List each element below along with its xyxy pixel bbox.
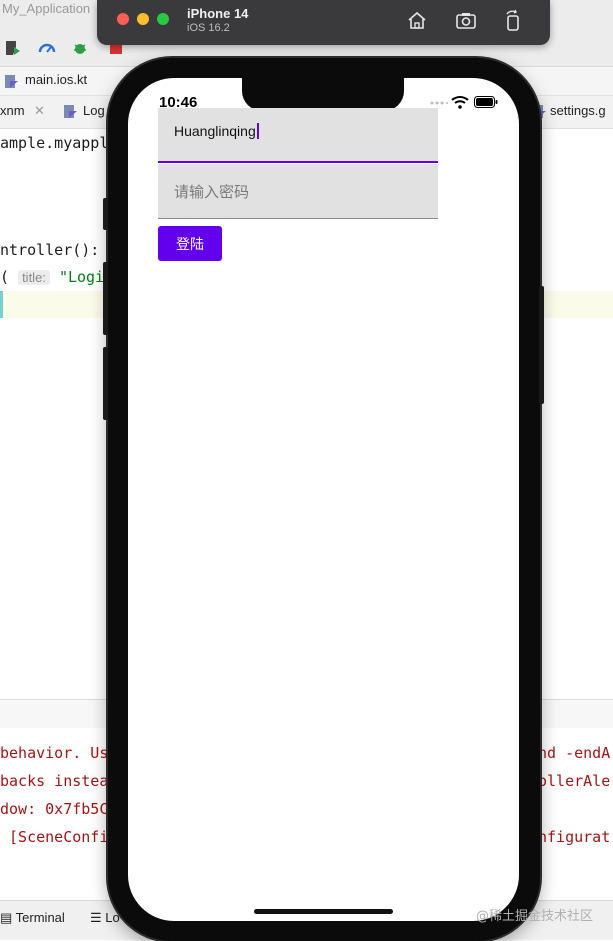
ide-app-title: My_Application: [2, 1, 91, 16]
home-indicator[interactable]: [254, 909, 393, 914]
console-line: behavior. Us: [0, 744, 109, 762]
watermark: @稀土掘金技术社区: [476, 909, 594, 924]
console-line: nd -endA: [538, 744, 611, 762]
logcat-label: Lo: [105, 910, 120, 925]
code-line: ntroller():: [0, 241, 100, 259]
terminal-icon: ▤: [0, 910, 16, 925]
tab-xnm[interactable]: xnm: [0, 103, 25, 118]
username-value: Huanglinqing: [174, 123, 256, 139]
debug-icon[interactable]: [71, 38, 91, 58]
minimize-window-button[interactable]: [137, 13, 149, 25]
volume-up-button: [103, 262, 108, 335]
battery-icon: [474, 96, 498, 108]
phone-screen: 10:46 Huanglinqing 请输入密码 登陆: [128, 78, 519, 921]
simulator-titlebar: iPhone 14 iOS 16.2: [97, 0, 550, 45]
terminal-label: Terminal: [15, 910, 65, 925]
dynamic-notch: [242, 78, 404, 111]
breadcrumb-file[interactable]: main.ios.kt: [25, 72, 87, 87]
console-line: [SceneConfi: [0, 828, 109, 846]
text-caret: [256, 123, 259, 139]
param-hint: title:: [18, 270, 50, 285]
profiler-icon[interactable]: [37, 38, 57, 58]
zoom-window-button[interactable]: [157, 13, 169, 25]
password-field[interactable]: 请输入密码: [158, 164, 438, 219]
logcat-icon: ☰: [90, 910, 106, 925]
code-string: "Logi: [58, 268, 105, 286]
screenshot-icon[interactable]: [454, 9, 478, 33]
logcat-tab[interactable]: ☰ Lo: [90, 910, 120, 926]
close-window-button[interactable]: [117, 13, 129, 25]
tab-close-icon[interactable]: ✕: [34, 103, 45, 119]
signal-icon: [430, 101, 448, 105]
code-line: ( title: "Logi: [0, 268, 104, 286]
login-button[interactable]: 登陆: [158, 226, 222, 261]
rotate-icon[interactable]: [501, 9, 525, 33]
console-line: backs instea: [0, 772, 109, 790]
code-paren: (: [0, 268, 10, 286]
text-caret: [0, 291, 3, 318]
console-line: nfigurat: [538, 828, 611, 846]
code-line: ample.myappl: [0, 134, 109, 152]
tab-log[interactable]: Log: [83, 103, 105, 118]
volume-down-button: [103, 347, 108, 420]
wifi-icon: [451, 96, 469, 109]
kotlin-file-icon: [64, 105, 77, 118]
kotlin-file-icon: [5, 75, 18, 88]
console-line: ollerAle: [538, 772, 611, 790]
tab-settings[interactable]: settings.g: [550, 103, 606, 118]
action-button: [103, 198, 108, 230]
console-line: dow: 0x7fb5C: [0, 800, 109, 818]
terminal-tab[interactable]: ▤ Terminal: [0, 910, 65, 926]
device-name: iPhone 14: [187, 6, 249, 21]
home-icon[interactable]: [405, 9, 429, 33]
run-config-icon[interactable]: [3, 38, 23, 58]
power-button: [539, 286, 544, 404]
password-placeholder: 请输入密码: [174, 183, 250, 201]
device-os-version: iOS 16.2: [187, 22, 230, 34]
username-field[interactable]: Huanglinqing: [158, 108, 438, 163]
username-input[interactable]: Huanglinqing: [174, 123, 259, 139]
